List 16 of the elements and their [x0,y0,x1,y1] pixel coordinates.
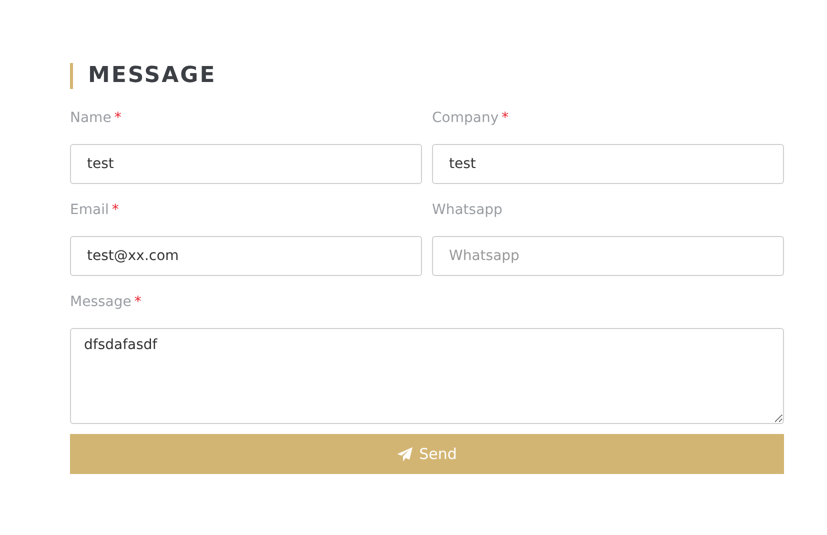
input-field[interactable]: test@xx.com [70,236,422,276]
required-mark: * [114,110,122,126]
field-label: Message [70,294,132,310]
required-mark: * [502,110,509,126]
input-field[interactable]: Whatsapp [432,236,784,276]
input-field[interactable]: test [70,144,422,184]
required-mark: * [112,202,119,218]
message-field[interactable]: dfsdafasdf [70,328,784,424]
paper-plane-icon [397,446,414,462]
required-mark: * [134,294,142,310]
section-heading: MESSAGE [70,63,784,89]
field-label: Name [70,110,112,126]
field-label: Company [432,110,499,126]
field-label: Email [70,202,109,218]
field-label: Whatsapp [432,202,502,218]
input-field[interactable]: test [432,144,784,184]
